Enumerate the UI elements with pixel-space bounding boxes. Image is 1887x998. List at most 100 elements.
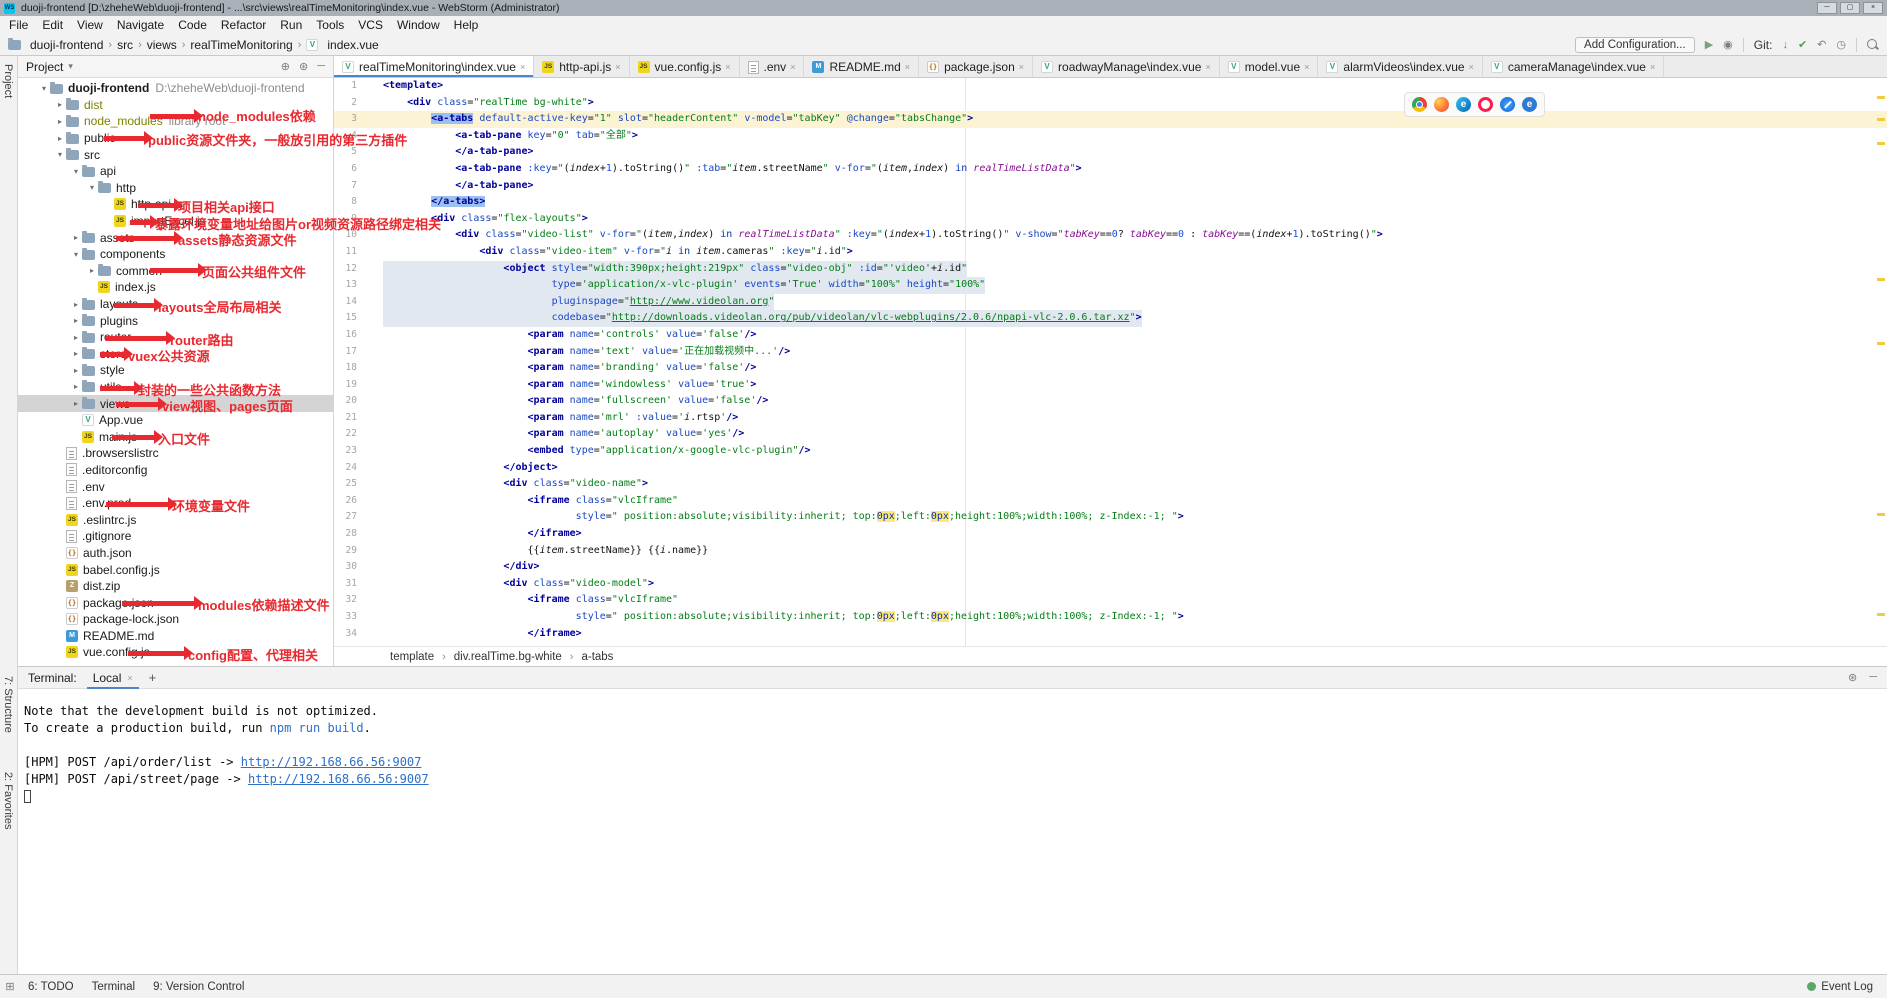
tree-item-dist[interactable]: ▸dist [18,97,333,114]
tree-chevron-icon[interactable]: ▸ [70,233,82,242]
tree-item-router[interactable]: ▸router [18,329,333,346]
status-event-log[interactable]: Event Log [1807,981,1873,993]
tree-item-.env[interactable]: .env [18,478,333,495]
close-tab-icon[interactable]: × [1650,62,1655,72]
code-editor[interactable]: 1<template>2 <div class="realTime bg-whi… [334,78,1887,646]
tree-chevron-icon[interactable]: ▸ [70,333,82,342]
menu-tools[interactable]: Tools [309,16,351,34]
tree-item-auth.json[interactable]: {}auth.json [18,545,333,562]
editor-tab[interactable]: Vmodel.vue× [1220,56,1319,78]
close-tab-icon[interactable]: × [905,62,910,72]
tree-chevron-icon[interactable]: ▸ [70,399,82,408]
editor-scrollbar[interactable] [1875,78,1887,646]
menu-vcs[interactable]: VCS [351,16,390,34]
editor-breadcrumb-item[interactable]: a-tabs [581,651,613,663]
hide-terminal-icon[interactable]: ─ [1869,671,1877,684]
opera-icon[interactable] [1478,97,1493,112]
git-rollback-icon[interactable]: ↶ [1817,36,1826,54]
menu-file[interactable]: File [2,16,35,34]
breadcrumb-item[interactable]: realTimeMonitoring [190,38,292,52]
editor-tab[interactable]: .env× [740,56,805,78]
editor-tab[interactable]: JShttp-api.js× [534,56,629,78]
tree-item-utils[interactable]: ▸utils [18,379,333,396]
editor-tab[interactable]: VroadwayManage\index.vue× [1033,56,1220,78]
tree-item-vue.config.js[interactable]: JSvue.config.js [18,644,333,661]
menu-help[interactable]: Help [447,16,486,34]
menu-code[interactable]: Code [171,16,214,34]
tree-chevron-icon[interactable]: ▸ [54,117,66,126]
tree-item-index.js[interactable]: JSindex.js [18,279,333,296]
tree-item-api[interactable]: ▾api [18,163,333,180]
tree-chevron-icon[interactable]: ▸ [54,134,66,143]
tree-item-babel.config.js[interactable]: JSbabel.config.js [18,561,333,578]
tree-item-store[interactable]: ▸store [18,346,333,363]
breadcrumb-item[interactable]: Vindex.vue [306,38,378,52]
safari-icon[interactable] [1500,97,1515,112]
terminal-tab-local[interactable]: Local × [87,667,139,689]
tree-chevron-icon[interactable]: ▸ [54,100,66,109]
tree-item-.eslintrc.js[interactable]: JS.eslintrc.js [18,511,333,528]
tool-button-favorites[interactable]: 2: Favorites [2,772,14,829]
menu-edit[interactable]: Edit [35,16,70,34]
terminal-link[interactable]: http://192.168.66.56:9007 [241,755,422,769]
close-tab-icon[interactable]: × [1019,62,1024,72]
editor-breadcrumb-item[interactable]: div.realTime.bg-white [454,651,562,663]
tree-item-public[interactable]: ▸public [18,130,333,147]
chevron-down-icon[interactable]: ▾ [68,61,73,72]
editor-tab[interactable]: MREADME.md× [804,56,919,78]
breadcrumb-item[interactable]: duoji-frontend [8,38,103,52]
terminal-link[interactable]: http://192.168.66.56:9007 [248,772,429,786]
run-icon[interactable]: ▶ [1705,36,1713,54]
tree-item-.env.prod[interactable]: .env.prod [18,495,333,512]
status-terminal[interactable]: Terminal [92,981,135,993]
terminal-output[interactable]: Note that the development build is not o… [18,689,1887,974]
project-panel-title[interactable]: Project [26,60,63,74]
tree-item-dist.zip[interactable]: Zdist.zip [18,578,333,595]
menu-run[interactable]: Run [273,16,309,34]
tree-item-App.vue[interactable]: VApp.vue [18,412,333,429]
tree-item-style[interactable]: ▸style [18,362,333,379]
search-icon[interactable] [1867,39,1879,51]
close-tab-icon[interactable]: × [1304,62,1309,72]
menu-navigate[interactable]: Navigate [110,16,171,34]
close-tab-icon[interactable]: × [615,62,620,72]
tree-item-.editorconfig[interactable]: .editorconfig [18,462,333,479]
tree-item-duoji-frontend[interactable]: ▾duoji-frontendD:\zheheWeb\duoji-fronten… [18,80,333,97]
close-terminal-tab-icon[interactable]: × [127,673,132,683]
firefox-icon[interactable] [1434,97,1449,112]
tree-item-components[interactable]: ▾components [18,246,333,263]
tree-chevron-icon[interactable]: ▸ [70,300,82,309]
hide-panel-icon[interactable]: ─ [317,60,325,73]
close-tab-icon[interactable]: × [1205,62,1210,72]
menu-window[interactable]: Window [390,16,447,34]
tree-item-README.md[interactable]: MREADME.md [18,628,333,645]
tree-chevron-icon[interactable]: ▾ [70,167,82,176]
tree-chevron-icon[interactable]: ▸ [70,316,82,325]
close-button[interactable] [1863,2,1883,14]
tree-item-layouts[interactable]: ▸layouts [18,296,333,313]
menu-view[interactable]: View [70,16,110,34]
tree-item-node_modules[interactable]: ▸node_moduleslibrary root [18,113,333,130]
menu-refactor[interactable]: Refactor [214,16,273,34]
git-history-icon[interactable]: ◷ [1836,36,1846,54]
editor-tab[interactable]: ValarmVideos\index.vue× [1318,56,1482,78]
terminal-settings-icon[interactable]: ⊛ [1848,671,1857,684]
tree-item-views[interactable]: ▸views [18,395,333,412]
tree-chevron-icon[interactable]: ▸ [70,382,82,391]
tree-chevron-icon[interactable]: ▸ [70,349,82,358]
close-tab-icon[interactable]: × [520,62,525,72]
debug-icon[interactable]: ◉ [1723,36,1733,54]
close-tab-icon[interactable]: × [790,62,795,72]
tree-chevron-icon[interactable]: ▾ [70,250,82,259]
tree-chevron-icon[interactable]: ▾ [86,183,98,192]
git-update-icon[interactable]: ↓ [1782,36,1788,54]
editor-tab[interactable]: JSvue.config.js× [630,56,740,78]
settings-icon[interactable]: ⊛ [299,60,308,73]
tree-item-package.json[interactable]: {}package.json [18,594,333,611]
editor-tab[interactable]: VrealTimeMonitoring\index.vue× [334,56,534,78]
tree-chevron-icon[interactable]: ▸ [86,266,98,275]
minimize-button[interactable] [1817,2,1837,14]
ie-icon[interactable]: e [1522,97,1537,112]
tree-item-src[interactable]: ▾src [18,146,333,163]
maximize-button[interactable] [1840,2,1860,14]
